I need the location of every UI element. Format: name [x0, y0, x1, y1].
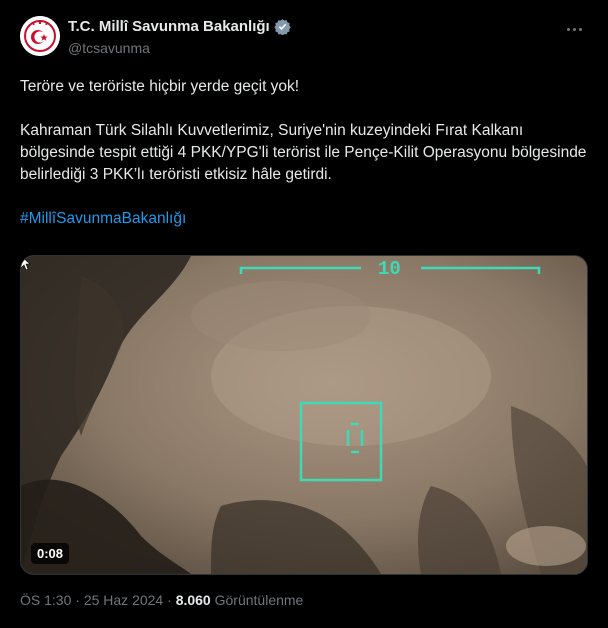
name-row: T.C. Millî Savunma Bakanlığı — [68, 18, 291, 35]
tweet-body: Kahraman Türk Silahlı Kuvvetlerimiz, Sur… — [20, 122, 587, 183]
verified-badge-icon — [274, 19, 291, 35]
hud-number: 10 — [378, 258, 401, 280]
tweet-date[interactable]: 25 Haz 2024 — [84, 592, 163, 608]
meta-separator: · — [75, 592, 80, 608]
tweet-text: Teröre ve teröriste hiçbir yerde geçit y… — [20, 76, 588, 230]
tweet-header: T.C. Millî Savunma Bakanlığı @tcsavunma — [20, 14, 588, 62]
mouse-cursor-icon — [21, 256, 31, 270]
display-name[interactable]: T.C. Millî Savunma Bakanlığı — [68, 18, 270, 35]
handle[interactable]: @tcsavunma — [68, 40, 150, 56]
views-label: Görüntülenme — [214, 592, 304, 608]
tweet-time[interactable]: ÖS 1:30 — [20, 592, 71, 608]
avatar[interactable] — [20, 16, 60, 56]
video-duration: 0:08 — [31, 543, 70, 564]
hashtag-link[interactable]: #MillîSavunmaBakanlığı — [20, 208, 588, 230]
views-count: 8.060 — [175, 592, 211, 608]
video-frame: 10 — [21, 256, 587, 574]
tweet-headline: Teröre ve teröriste hiçbir yerde geçit y… — [20, 78, 300, 95]
ministry-emblem-icon — [20, 16, 60, 56]
tweet-meta: ÖS 1:30 · 25 Haz 2024 · 8.060 Görüntülen… — [20, 592, 303, 608]
video-player[interactable]: 10 0:08 — [20, 255, 588, 575]
meta-separator: · — [167, 592, 172, 608]
more-options-icon[interactable] — [564, 22, 584, 36]
